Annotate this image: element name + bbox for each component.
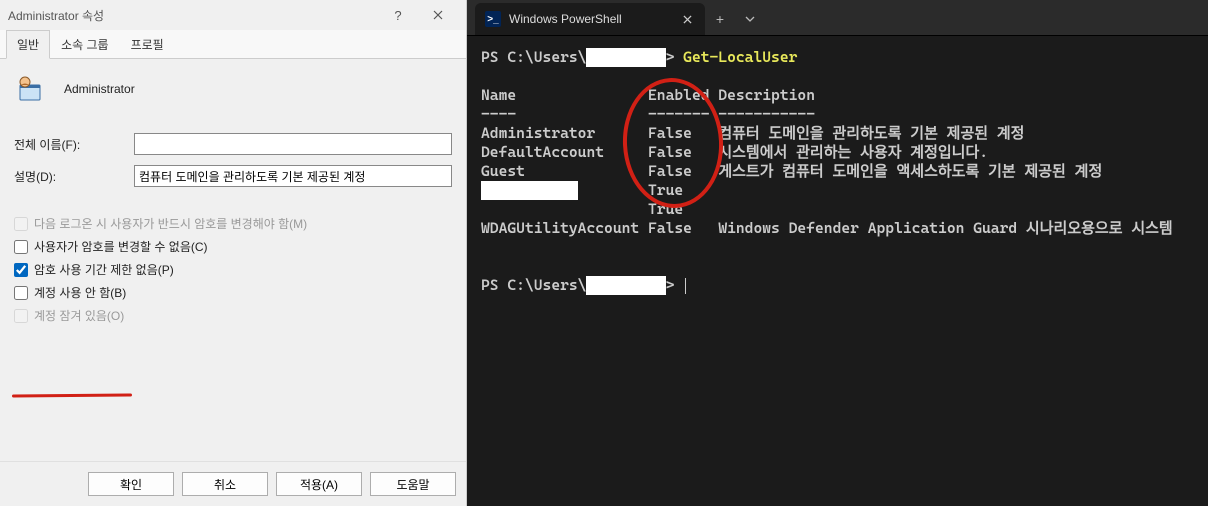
check-label: 사용자가 암호를 변경할 수 없음(C) xyxy=(34,238,208,255)
check-label: 다음 로그온 시 사용자가 반드시 암호를 변경해야 함(M) xyxy=(34,215,307,232)
user-icon xyxy=(14,73,46,105)
dialog-tabs: 일반 소속 그룹 프로필 xyxy=(0,30,466,59)
description-input[interactable] xyxy=(134,165,452,187)
tab-general[interactable]: 일반 xyxy=(6,30,50,59)
terminal-tab[interactable]: >_ Windows PowerShell xyxy=(475,3,705,35)
check-cannot-change-pw-box[interactable] xyxy=(14,240,28,254)
fullname-label: 전체 이름(F): xyxy=(14,136,134,153)
close-icon[interactable] xyxy=(418,1,458,29)
apply-button[interactable]: 적용(A) xyxy=(276,472,362,496)
tab-body-general: Administrator 전체 이름(F): 설명(D): 다음 로그온 시 … xyxy=(0,59,466,461)
terminal-tab-title: Windows PowerShell xyxy=(509,12,671,26)
check-label: 계정 사용 안 함(B) xyxy=(34,284,126,301)
user-name-label: Administrator xyxy=(64,82,135,96)
check-must-change-pw-box xyxy=(14,217,28,231)
check-account-locked-box xyxy=(14,309,28,323)
help-button[interactable]: ? xyxy=(378,1,418,29)
ok-button[interactable]: 확인 xyxy=(88,472,174,496)
powershell-icon: >_ xyxy=(485,11,501,27)
check-label: 계정 잠겨 있음(O) xyxy=(34,307,124,324)
properties-dialog: Administrator 속성 ? 일반 소속 그룹 프로필 xyxy=(0,0,467,506)
cancel-button[interactable]: 취소 xyxy=(182,472,268,496)
tab-close-icon[interactable] xyxy=(679,11,695,27)
check-cannot-change-pw[interactable]: 사용자가 암호를 변경할 수 없음(C) xyxy=(14,238,452,255)
description-label: 설명(D): xyxy=(14,168,134,185)
help-button[interactable]: 도움말 xyxy=(370,472,456,496)
tab-groups[interactable]: 소속 그룹 xyxy=(50,30,120,59)
check-label: 암호 사용 기간 제한 없음(P) xyxy=(34,261,174,278)
terminal-titlebar[interactable]: >_ Windows PowerShell + xyxy=(467,0,1208,36)
checkbox-group: 다음 로그온 시 사용자가 반드시 암호를 변경해야 함(M) 사용자가 암호를… xyxy=(14,215,452,324)
fullname-input[interactable] xyxy=(134,133,452,155)
check-pw-never-expires-box[interactable] xyxy=(14,263,28,277)
check-pw-never-expires[interactable]: 암호 사용 기간 제한 없음(P) xyxy=(14,261,452,278)
check-account-disabled-box[interactable] xyxy=(14,286,28,300)
terminal-window: >_ Windows PowerShell + PS C:\Users\ > G… xyxy=(467,0,1208,506)
annotation-red-underline xyxy=(12,393,132,397)
check-account-disabled[interactable]: 계정 사용 안 함(B) xyxy=(14,284,452,301)
check-account-locked: 계정 잠겨 있음(O) xyxy=(14,307,452,324)
tab-profile[interactable]: 프로필 xyxy=(120,30,175,59)
dialog-title: Administrator 속성 xyxy=(8,7,378,24)
dialog-titlebar[interactable]: Administrator 속성 ? xyxy=(0,0,466,30)
check-must-change-pw: 다음 로그온 시 사용자가 반드시 암호를 변경해야 함(M) xyxy=(14,215,452,232)
tab-menu-chevron-icon[interactable] xyxy=(735,3,765,35)
dialog-buttons: 확인 취소 적용(A) 도움말 xyxy=(0,461,466,506)
terminal-output[interactable]: PS C:\Users\ > Get-LocalUser Name Enable… xyxy=(467,36,1208,506)
new-tab-button[interactable]: + xyxy=(705,3,735,35)
